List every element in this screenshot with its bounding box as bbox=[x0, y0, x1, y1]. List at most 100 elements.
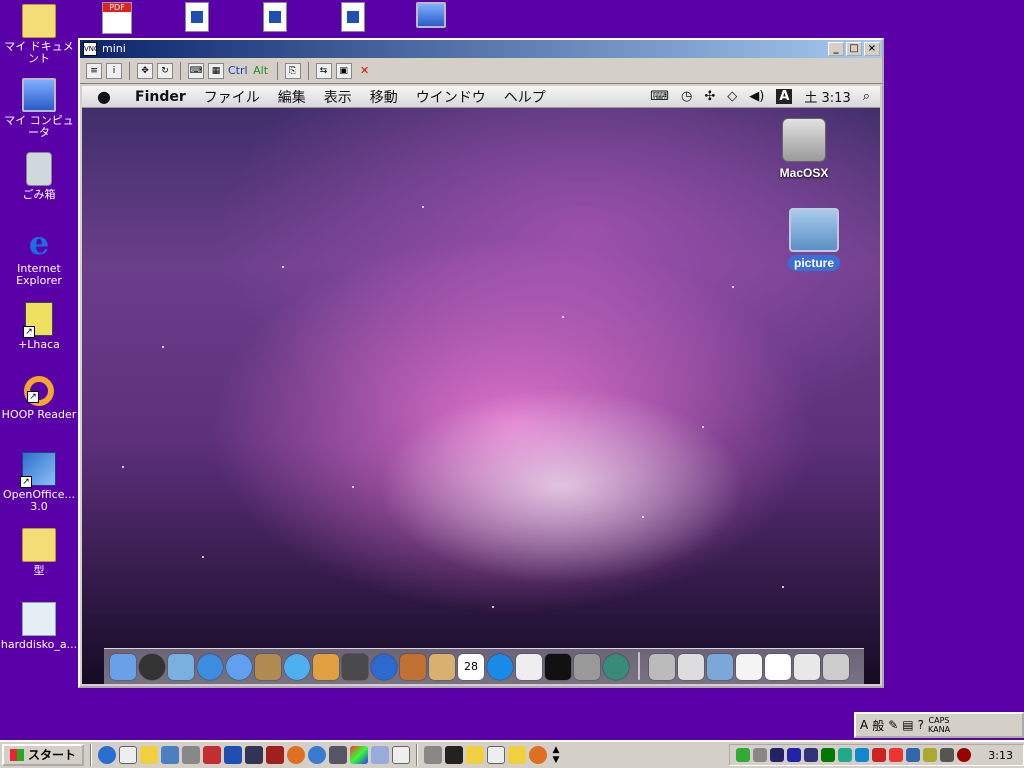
desktop-icon-document-2[interactable] bbox=[236, 2, 314, 35]
system-preferences-icon[interactable] bbox=[574, 654, 600, 680]
iphoto-icon[interactable] bbox=[313, 654, 339, 680]
bluetooth-icon[interactable]: ✣ bbox=[704, 89, 715, 104]
ime-pad-icon[interactable]: ▤ bbox=[902, 718, 913, 732]
menu-edit[interactable]: 編集 bbox=[269, 87, 315, 107]
taskbar-program-icon[interactable] bbox=[445, 746, 464, 764]
address-book-icon[interactable] bbox=[255, 654, 281, 680]
tray-icon[interactable] bbox=[736, 748, 751, 762]
ctrl-alt-del-icon[interactable]: ⌨ bbox=[188, 62, 204, 79]
desktop-icon-internet-explorer[interactable]: e Internet Explorer bbox=[0, 226, 78, 287]
disconnect-button[interactable]: ✕ bbox=[356, 62, 374, 80]
itunes-icon[interactable] bbox=[284, 654, 310, 680]
stack-icon[interactable] bbox=[765, 654, 791, 680]
app-quicklaunch-icon[interactable] bbox=[308, 746, 327, 764]
wifi-icon[interactable]: ◇ bbox=[727, 89, 737, 104]
remote-mac-screen[interactable]: ● Finder ファイル 編集 表示 移動 ウインドウ ヘルプ ⌨ ◷ ✣ ◇… bbox=[82, 86, 880, 684]
trash-icon[interactable] bbox=[823, 654, 849, 680]
firefox-quicklaunch-icon[interactable] bbox=[287, 746, 306, 764]
ime-tool-icon[interactable]: ✎ bbox=[888, 718, 898, 732]
idvd-icon[interactable] bbox=[371, 654, 397, 680]
taskbar-clock[interactable]: 3:13 bbox=[988, 749, 1013, 762]
app-quicklaunch-icon[interactable] bbox=[392, 746, 411, 764]
info-icon[interactable]: i bbox=[106, 62, 122, 79]
menu-go[interactable]: 移動 bbox=[361, 87, 407, 107]
time-machine-dock-icon[interactable] bbox=[603, 654, 629, 680]
imovie-icon[interactable] bbox=[342, 654, 368, 680]
terminal-icon[interactable] bbox=[545, 654, 571, 680]
input-method-icon[interactable]: A bbox=[776, 89, 793, 104]
start-button[interactable]: スタート bbox=[2, 744, 85, 766]
clipboard-icon[interactable]: ⎘ bbox=[284, 62, 301, 79]
menu-help[interactable]: ヘルプ bbox=[495, 87, 555, 107]
app-quicklaunch-icon[interactable] bbox=[329, 746, 348, 764]
taskbar-program-icon[interactable] bbox=[424, 746, 443, 764]
app-quicklaunch-icon[interactable] bbox=[245, 746, 264, 764]
start-menu-icon[interactable]: ▦ bbox=[208, 62, 224, 79]
menu-file[interactable]: ファイル bbox=[195, 87, 269, 107]
app-quicklaunch-icon[interactable] bbox=[203, 746, 222, 764]
desktop-icon-document-1[interactable] bbox=[158, 2, 236, 35]
volume-tray-icon[interactable] bbox=[753, 748, 768, 762]
taskbar-program-icon[interactable] bbox=[487, 746, 506, 764]
alt-key-button[interactable]: Alt bbox=[252, 62, 270, 80]
tray-icon[interactable] bbox=[855, 748, 870, 762]
ime-language-bar[interactable]: A 般 ✎ ▤ ? CAPS KANA bbox=[854, 712, 1024, 738]
taskbar-program-icon[interactable] bbox=[466, 746, 485, 764]
ical-icon[interactable]: 28 bbox=[458, 654, 484, 680]
ctrl-key-button[interactable]: Ctrl bbox=[228, 62, 248, 80]
desktop-icon-network[interactable] bbox=[392, 2, 470, 31]
preview-icon[interactable] bbox=[429, 654, 455, 680]
time-machine-icon[interactable]: ◷ bbox=[681, 89, 692, 104]
desktop-icon-openoffice[interactable]: OpenOffice... 3.0 bbox=[0, 452, 78, 513]
stack-icon[interactable] bbox=[794, 654, 820, 680]
tray-icon[interactable] bbox=[770, 748, 785, 762]
media-quicklaunch-icon[interactable] bbox=[161, 746, 180, 764]
taskbar-program-icon[interactable] bbox=[508, 746, 527, 764]
tray-icon[interactable] bbox=[923, 748, 938, 762]
options-icon[interactable]: ≡ bbox=[86, 62, 102, 79]
desktop-icon-recycle-bin[interactable]: ごみ箱 bbox=[0, 152, 78, 201]
taskbar-program-icon[interactable] bbox=[529, 746, 548, 764]
documents-stack-icon[interactable] bbox=[678, 654, 704, 680]
desktop-icon-my-computer[interactable]: マイ コンピュータ bbox=[0, 78, 78, 139]
save-icon[interactable]: ▣ bbox=[335, 62, 352, 79]
settings-quicklaunch-icon[interactable] bbox=[182, 746, 201, 764]
desktop-icon-document-3[interactable] bbox=[314, 2, 392, 35]
apple-menu-icon[interactable]: ● bbox=[82, 87, 126, 106]
quicktime-icon[interactable] bbox=[487, 654, 513, 680]
ime-help-icon[interactable]: ? bbox=[918, 718, 924, 732]
menu-finder[interactable]: Finder bbox=[126, 89, 195, 105]
minimize-button[interactable]: _ bbox=[828, 42, 844, 56]
fullscreen-icon[interactable]: ✥ bbox=[137, 62, 153, 79]
desktop-icon-lhaca[interactable]: +Lhaca bbox=[0, 302, 78, 351]
ichat-icon[interactable] bbox=[226, 654, 252, 680]
mac-clock[interactable]: 土 3:13 bbox=[804, 87, 850, 106]
desktop-icon-harddisk[interactable]: harddisko_a... bbox=[0, 602, 78, 651]
mail-tray-icon[interactable] bbox=[889, 748, 904, 762]
vnc-viewer-window[interactable]: VNC mini _ □ × ≡ i ✥ ↻ ⌨ ▦ Ctrl Alt ⎘ ⇆ … bbox=[78, 38, 884, 688]
tray-icon[interactable] bbox=[872, 748, 887, 762]
app-quicklaunch-icon[interactable] bbox=[350, 746, 369, 764]
desktop-icon-my-documents[interactable]: マイ ドキュメント bbox=[0, 4, 78, 65]
desktop-icon-folder-kata[interactable]: 型 bbox=[0, 528, 78, 577]
desktop-icon-pdf[interactable]: PDF bbox=[102, 2, 132, 34]
close-button[interactable]: × bbox=[864, 42, 880, 56]
ime-dictionary-indicator[interactable]: 般 bbox=[872, 717, 884, 734]
search-quicklaunch-icon[interactable] bbox=[140, 746, 159, 764]
refresh-icon[interactable]: ↻ bbox=[157, 62, 173, 79]
mac-desktop-icon-picture[interactable]: picture bbox=[774, 208, 854, 271]
notepad-quicklaunch-icon[interactable] bbox=[119, 746, 138, 764]
textedit-icon[interactable] bbox=[516, 654, 542, 680]
spotlight-icon[interactable]: ⌕ bbox=[863, 89, 870, 104]
mail-icon[interactable] bbox=[168, 654, 194, 680]
tray-icon[interactable] bbox=[838, 748, 853, 762]
new-connection-icon[interactable]: ⇆ bbox=[315, 62, 332, 79]
app-quicklaunch-icon[interactable] bbox=[266, 746, 285, 764]
volume-icon[interactable]: ◀) bbox=[749, 89, 764, 104]
menu-view[interactable]: 表示 bbox=[315, 87, 361, 107]
tray-icon[interactable] bbox=[821, 748, 836, 762]
maximize-button[interactable]: □ bbox=[846, 42, 862, 56]
safari-icon[interactable] bbox=[197, 654, 223, 680]
scroll-arrows-icon[interactable]: ▲ ▼ bbox=[550, 745, 562, 765]
internet-explorer-quicklaunch-icon[interactable] bbox=[98, 746, 117, 764]
